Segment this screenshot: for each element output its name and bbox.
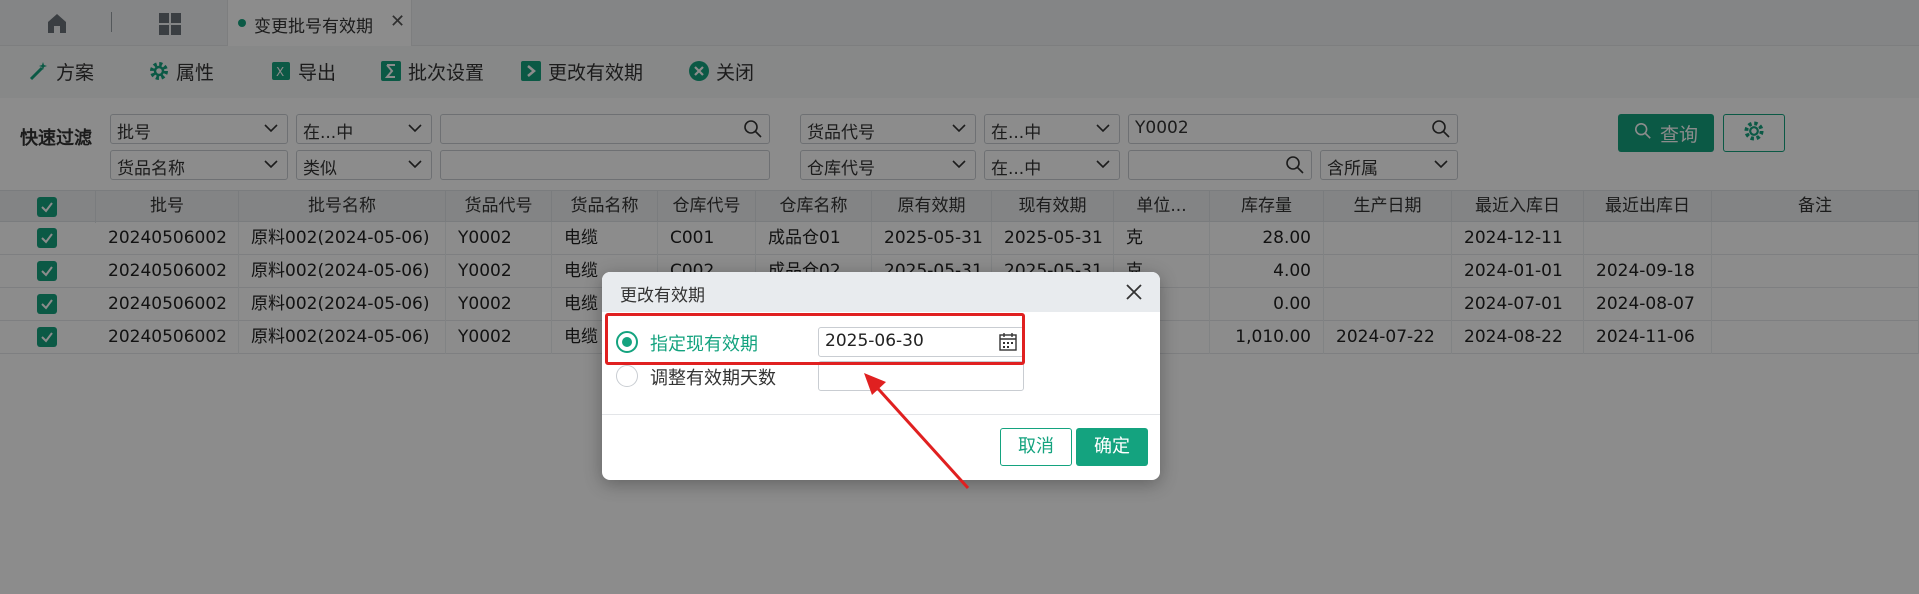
close-icon[interactable]: [1122, 280, 1146, 304]
cancel-button[interactable]: 取消: [1000, 428, 1072, 466]
option-adjust-days-radio[interactable]: [616, 365, 638, 387]
highlight-box: [605, 313, 1025, 365]
option-adjust-days-label[interactable]: 调整有效期天数: [650, 364, 776, 390]
adjust-days-input[interactable]: [818, 361, 1024, 391]
dialog-divider: [602, 414, 1160, 415]
dialog-header: 更改有效期: [602, 272, 1160, 312]
dialog-title: 更改有效期: [620, 286, 705, 306]
change-expiry-dialog: 更改有效期 指定现有效期 2025-06-30 调整有效期天数 取消 确定: [602, 272, 1160, 480]
confirm-button[interactable]: 确定: [1076, 428, 1148, 466]
